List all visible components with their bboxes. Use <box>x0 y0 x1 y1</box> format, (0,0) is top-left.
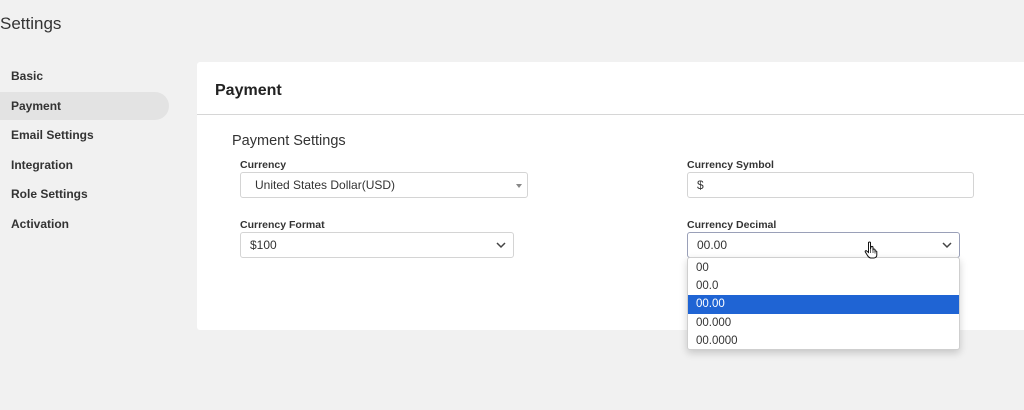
currency-symbol-label: Currency Symbol <box>687 159 774 171</box>
sidebar: Basic Payment Email Settings Integration… <box>0 62 170 239</box>
hand-pointer-icon <box>864 241 878 259</box>
dropdown-option-selected[interactable]: 00.00 <box>688 295 959 314</box>
currency-value: United States Dollar(USD) <box>255 178 396 192</box>
dropdown-option[interactable]: 00.0000 <box>688 332 959 349</box>
currency-decimal-label: Currency Decimal <box>687 219 777 231</box>
currency-label: Currency <box>240 159 287 171</box>
chevron-down-icon <box>496 242 506 249</box>
currency-format-select[interactable]: $100 <box>240 232 514 258</box>
currency-format-label: Currency Format <box>240 219 325 231</box>
caret-down-icon <box>516 184 522 188</box>
sidebar-item-integration[interactable]: Integration <box>0 151 170 179</box>
card-divider <box>197 114 1024 115</box>
currency-decimal-value: 00.00 <box>697 238 728 252</box>
dropdown-option[interactable]: 00 <box>688 259 959 277</box>
chevron-down-icon <box>942 242 952 249</box>
sidebar-item-email-settings[interactable]: Email Settings <box>0 121 170 149</box>
currency-symbol-value: $ <box>697 178 704 192</box>
dropdown-option[interactable]: 00.0 <box>688 277 959 295</box>
page-title: Settings <box>0 14 62 33</box>
currency-decimal-select[interactable]: 00.00 <box>687 232 960 258</box>
dropdown-option[interactable]: 00.000 <box>688 314 959 332</box>
currency-decimal-dropdown: 00 00.0 00.00 00.000 00.0000 <box>687 257 960 350</box>
section-title: Payment Settings <box>232 133 346 149</box>
sidebar-item-basic[interactable]: Basic <box>0 62 170 90</box>
currency-select[interactable]: United States Dollar(USD) <box>240 172 528 198</box>
currency-format-value: $100 <box>250 238 277 252</box>
sidebar-item-payment[interactable]: Payment <box>0 91 169 120</box>
sidebar-item-activation[interactable]: Activation <box>0 210 170 238</box>
currency-symbol-input[interactable]: $ <box>687 172 974 198</box>
sidebar-item-role-settings[interactable]: Role Settings <box>0 180 170 208</box>
card-title: Payment <box>215 82 282 99</box>
